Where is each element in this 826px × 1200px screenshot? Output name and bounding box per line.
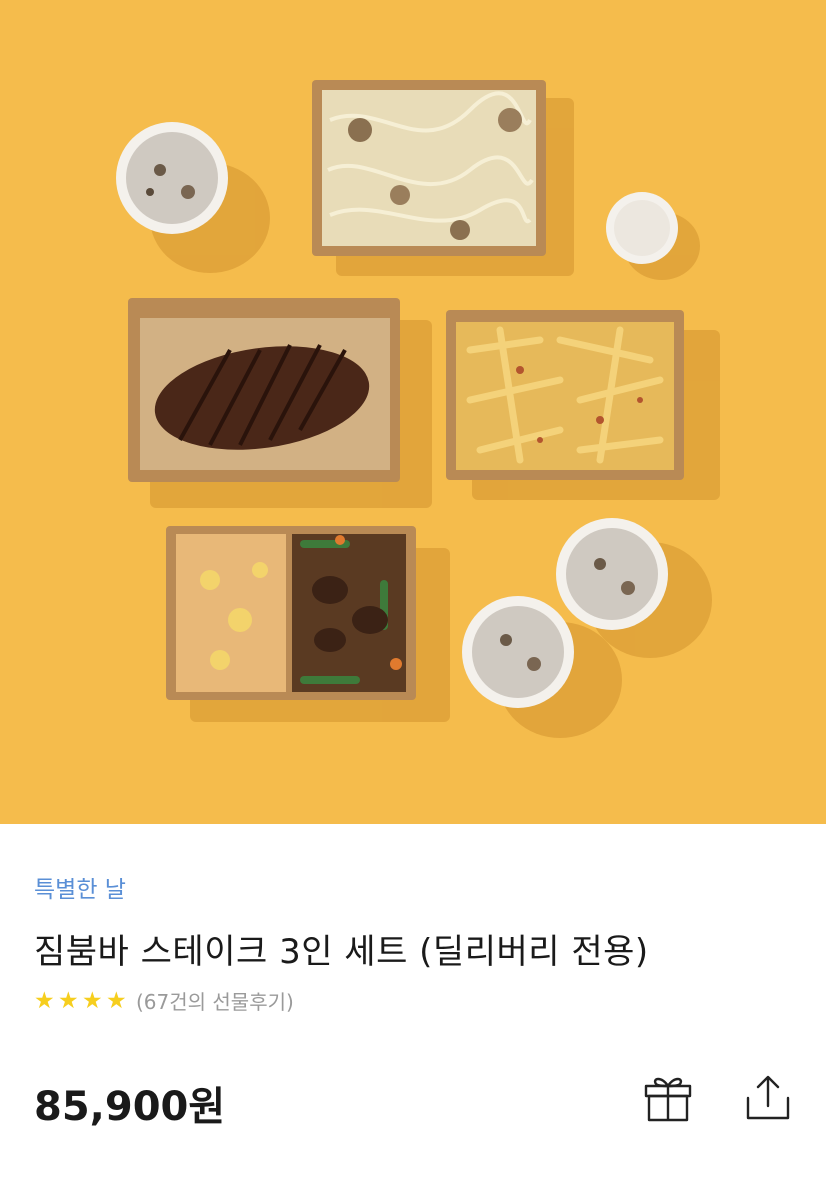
gift-icon: [644, 1077, 692, 1122]
product-image[interactable]: [0, 0, 826, 824]
category-link[interactable]: 특별한 날: [34, 870, 126, 904]
gift-button[interactable]: [642, 1072, 694, 1124]
star-icon: ★: [82, 987, 103, 1014]
review-count[interactable]: (67건의 선물후기): [136, 986, 294, 1015]
price: 85,900원: [34, 1084, 226, 1130]
star-icon: ★: [34, 987, 55, 1014]
star-icon: ★: [58, 987, 79, 1014]
product-title: 짐붐바 스테이크 3인 세트 (딜리버리 전용): [34, 932, 649, 972]
product-info: 특별한 날 짐붐바 스테이크 3인 세트 (딜리버리 전용) ★ ★ ★ ★ (…: [0, 824, 826, 1200]
star-icon: ★: [106, 987, 127, 1014]
rating[interactable]: ★ ★ ★ ★ (67건의 선물후기): [34, 986, 294, 1015]
share-button[interactable]: [742, 1072, 794, 1124]
share-icon: [746, 1075, 790, 1120]
star-rating: ★ ★ ★ ★: [34, 988, 130, 1014]
